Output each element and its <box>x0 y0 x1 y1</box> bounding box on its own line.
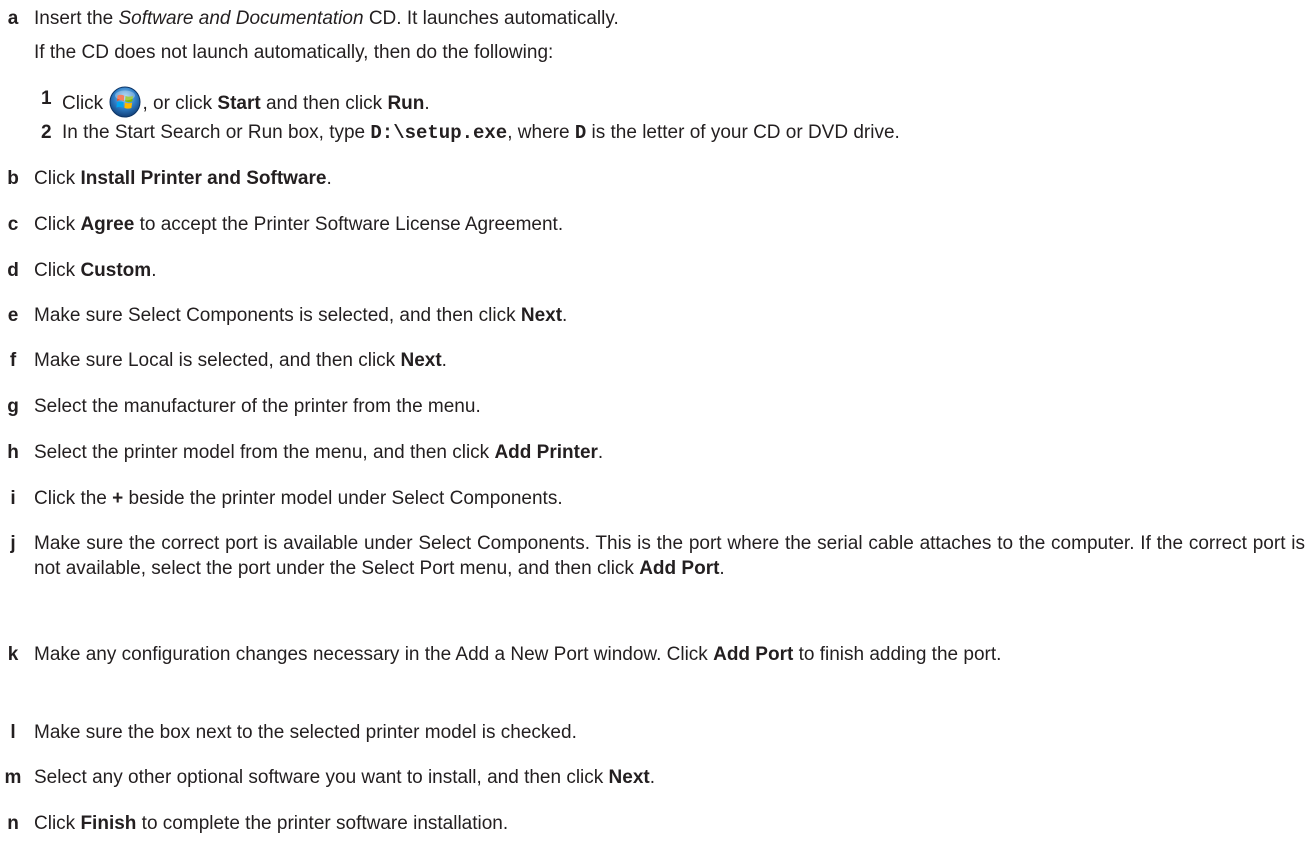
substep-number: 2 <box>41 122 52 143</box>
windows-start-icon <box>109 86 141 118</box>
step-text: Click the + beside the printer model und… <box>34 488 563 509</box>
step-text: Click Finish to complete the printer sof… <box>34 813 509 834</box>
step-text: Make any configuration changes necessary… <box>34 644 1002 665</box>
step-text: Click Install Printer and Software. <box>34 168 332 189</box>
step-text: Select the manufacturer of the printer f… <box>34 396 481 417</box>
substep-text: In the Start Search or Run box, type D:\… <box>62 122 900 144</box>
step-text: Make sure the box next to the selected p… <box>34 722 577 743</box>
step-letter: f <box>9 350 17 371</box>
step-text: Select the printer model from the menu, … <box>34 442 604 463</box>
step-text: Make sure Select Components is selected,… <box>34 305 568 326</box>
step-letter: e <box>7 305 19 326</box>
step-letter: c <box>7 214 19 235</box>
step-letter: j <box>10 533 16 554</box>
step-text: Make sure Local is selected, and then cl… <box>34 350 447 371</box>
step-letter: k <box>7 644 19 665</box>
command-text: D:\setup.exe <box>370 122 508 144</box>
step-letter: l <box>10 722 16 743</box>
substep-text: Click , or click Start and then click Ru… <box>62 86 1305 118</box>
substep-number: 1 <box>41 88 52 109</box>
step-note-text: If the CD does not launch automatically,… <box>34 42 554 63</box>
drive-letter: D <box>574 122 587 144</box>
step-letter: h <box>7 442 19 463</box>
step-letter: g <box>7 396 19 417</box>
step-letter: m <box>4 767 22 788</box>
step-text: Make sure the correct port is available … <box>34 533 1305 580</box>
step-letter: a <box>7 8 19 29</box>
step-letter: n <box>7 813 19 834</box>
step-text: Insert the Software and Documentation CD… <box>34 8 619 29</box>
step-text: Select any other optional software you w… <box>34 767 656 788</box>
step-letter: i <box>10 488 16 509</box>
step-text: Click Custom. <box>34 260 157 281</box>
step-text: Click Agree to accept the Printer Softwa… <box>34 214 564 235</box>
step-letter: b <box>7 168 19 189</box>
step-letter: d <box>7 260 19 281</box>
